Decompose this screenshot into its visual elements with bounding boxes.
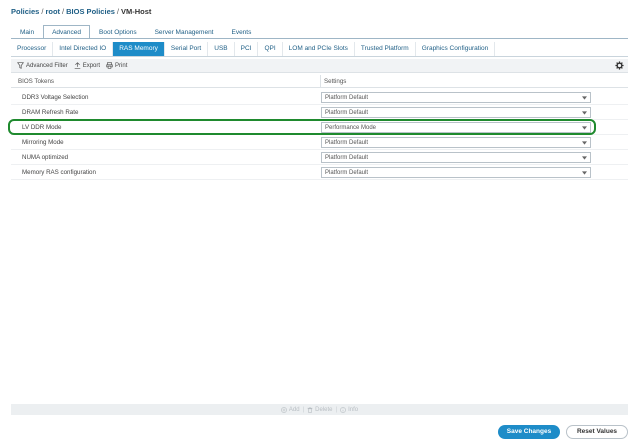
filter-icon xyxy=(17,62,24,69)
breadcrumb-separator: / xyxy=(62,7,65,16)
tab-pci[interactable]: PCI xyxy=(235,42,259,56)
print-label: Print xyxy=(115,62,128,69)
secondary-tabs-divider xyxy=(11,56,628,57)
breadcrumb-separator: / xyxy=(41,7,44,16)
add-button[interactable]: Add xyxy=(281,407,300,413)
select-value: Platform Default xyxy=(325,169,369,176)
setting-select-ddr3-voltage[interactable]: Platform Default xyxy=(321,92,591,103)
token-label: Mirroring Mode xyxy=(22,139,64,146)
add-label: Add xyxy=(288,406,300,413)
token-label: NUMA optimized xyxy=(22,154,69,161)
export-button[interactable]: Export xyxy=(74,62,100,69)
table-row: Memory RAS configuration Platform Defaul… xyxy=(11,165,628,180)
chevron-down-icon xyxy=(582,171,587,175)
tab-advanced[interactable]: Advanced xyxy=(43,25,91,39)
advanced-filter-label: Advanced Filter xyxy=(26,62,68,69)
delete-label: Delete xyxy=(315,406,333,413)
tab-intel-directed-io[interactable]: Intel Directed IO xyxy=(53,42,114,56)
tab-lom-pcie-slots[interactable]: LOM and PCIe Slots xyxy=(283,42,355,56)
tab-usb[interactable]: USB xyxy=(208,42,235,56)
table-row: DRAM Refresh Rate Platform Default xyxy=(11,105,628,120)
table-row: NUMA optimized Platform Default xyxy=(11,150,628,165)
reset-values-button[interactable]: Reset Values xyxy=(566,425,628,439)
tab-server-management[interactable]: Server Management xyxy=(146,25,223,39)
settings-gear-button[interactable] xyxy=(615,61,624,72)
primary-tabs-divider xyxy=(11,38,628,39)
select-value: Platform Default xyxy=(325,139,369,146)
tab-serial-port[interactable]: Serial Port xyxy=(165,42,209,56)
gear-icon xyxy=(615,61,624,70)
secondary-tabs: Processor Intel Directed IO RAS Memory S… xyxy=(11,42,496,56)
save-changes-button[interactable]: Save Changes xyxy=(498,425,560,439)
tab-boot-options[interactable]: Boot Options xyxy=(90,25,146,39)
primary-tabs: Main Advanced Boot Options Server Manage… xyxy=(11,25,260,39)
column-separator[interactable] xyxy=(320,75,321,88)
tab-trusted-platform[interactable]: Trusted Platform xyxy=(355,42,416,56)
grid-toolbar: Advanced Filter Export Print xyxy=(11,59,628,73)
breadcrumb-separator: / xyxy=(116,7,120,16)
chevron-down-icon xyxy=(582,141,587,145)
chevron-down-icon xyxy=(582,96,587,100)
info-button[interactable]: Info xyxy=(340,407,358,413)
tab-main[interactable]: Main xyxy=(11,25,43,39)
setting-select-dram-refresh[interactable]: Platform Default xyxy=(321,107,591,118)
trash-icon xyxy=(307,406,313,413)
table-row: Mirroring Mode Platform Default xyxy=(11,135,628,150)
token-label: Memory RAS configuration xyxy=(22,169,96,176)
info-label: Info xyxy=(348,406,359,413)
export-icon xyxy=(74,62,80,69)
footer-divider: | xyxy=(302,406,305,413)
breadcrumb-current: VM-Host xyxy=(121,7,152,16)
tab-events[interactable]: Events xyxy=(222,25,260,39)
chevron-down-icon xyxy=(582,156,587,160)
select-value: Platform Default xyxy=(325,154,369,161)
setting-select-memory-ras[interactable]: Platform Default xyxy=(321,167,591,178)
tab-qpi[interactable]: QPI xyxy=(258,42,283,56)
export-label: Export xyxy=(82,62,101,69)
breadcrumb: Policies / root / BIOS Policies / VM-Host xyxy=(11,7,151,16)
setting-select-numa-optimized[interactable]: Platform Default xyxy=(321,152,591,163)
token-label: DDR3 Voltage Selection xyxy=(22,94,89,101)
select-value: Platform Default xyxy=(325,94,369,101)
grid-footer-actions: Add | Delete | Info xyxy=(11,404,628,415)
token-label: DRAM Refresh Rate xyxy=(22,109,79,116)
breadcrumb-bios-policies[interactable]: BIOS Policies xyxy=(66,7,115,16)
setting-select-mirroring-mode[interactable]: Platform Default xyxy=(321,137,591,148)
row-highlight-annotation xyxy=(8,119,596,135)
delete-button[interactable]: Delete xyxy=(307,406,333,413)
select-value: Platform Default xyxy=(325,109,369,116)
breadcrumb-root[interactable]: root xyxy=(45,7,60,16)
tab-ras-memory[interactable]: RAS Memory xyxy=(113,42,165,56)
plus-circle-icon xyxy=(281,406,287,413)
tab-graphics-configuration[interactable]: Graphics Configuration xyxy=(416,42,496,56)
chevron-down-icon xyxy=(582,111,587,115)
print-icon xyxy=(106,62,113,69)
table-row: DDR3 Voltage Selection Platform Default xyxy=(11,90,628,105)
column-header-bios-tokens[interactable]: BIOS Tokens xyxy=(18,78,54,85)
footer-divider: | xyxy=(335,406,338,413)
tab-processor[interactable]: Processor xyxy=(11,42,54,56)
breadcrumb-policies[interactable]: Policies xyxy=(11,7,39,16)
column-header-settings[interactable]: Settings xyxy=(324,78,346,85)
advanced-filter-button[interactable]: Advanced Filter xyxy=(17,62,68,69)
print-button[interactable]: Print xyxy=(106,62,127,69)
info-icon xyxy=(340,406,346,413)
